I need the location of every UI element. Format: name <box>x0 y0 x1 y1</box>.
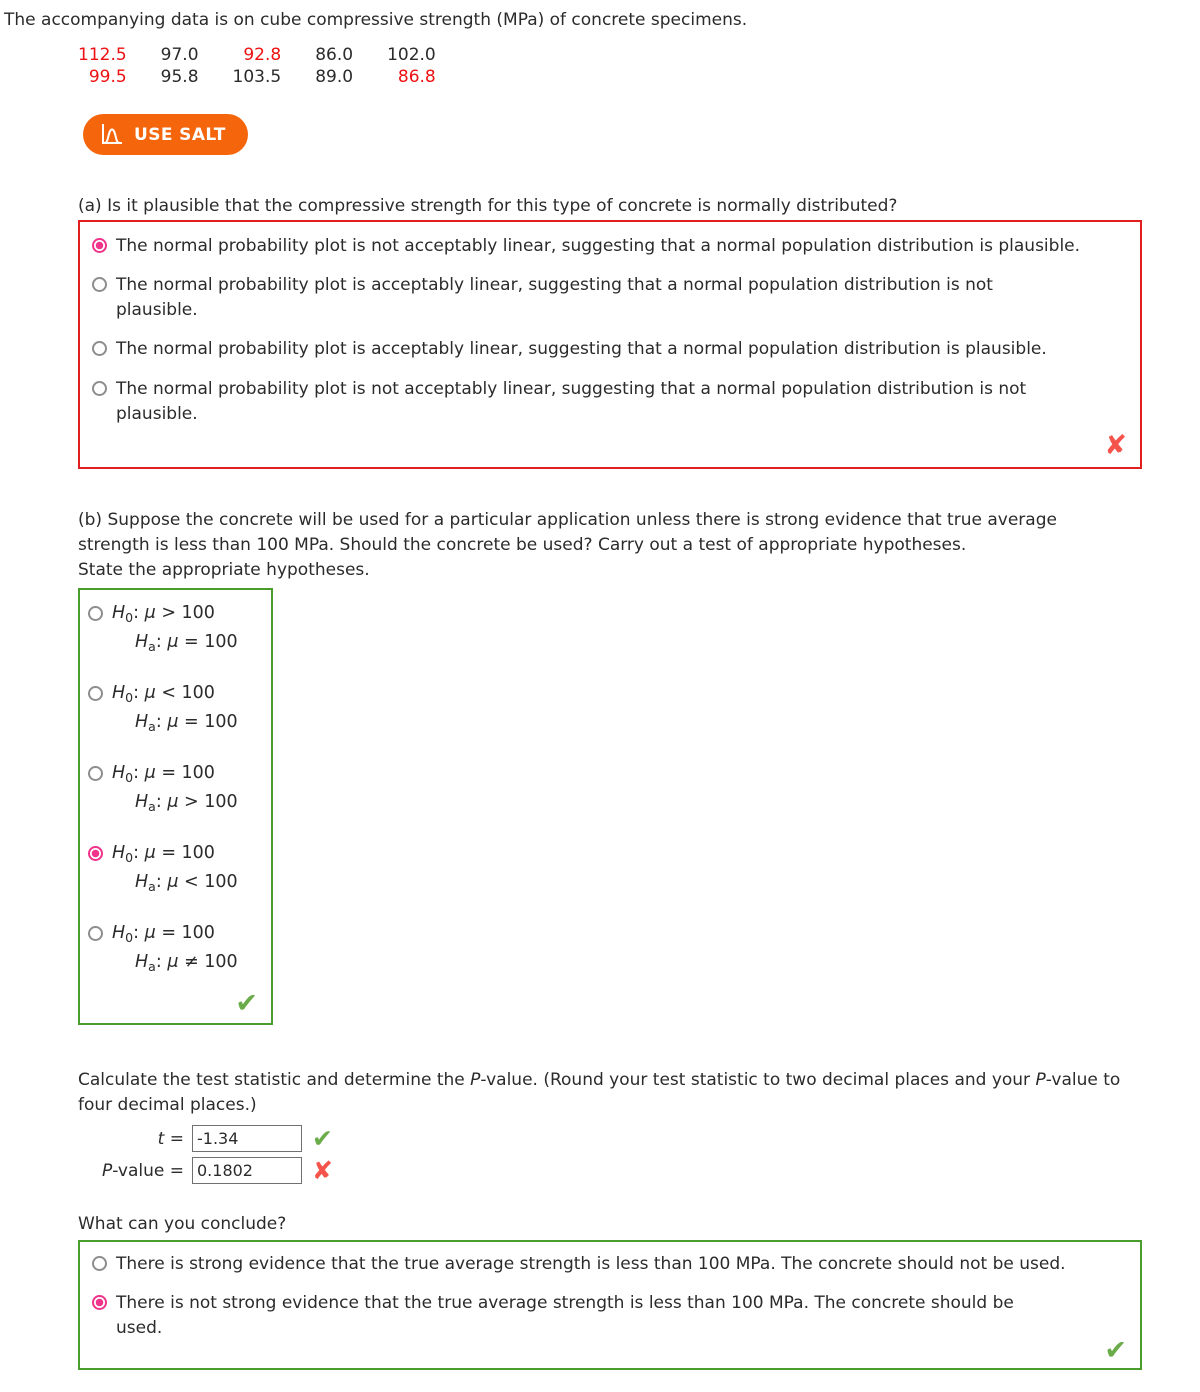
table-row: 99.5 95.8 103.5 89.0 86.8 <box>78 66 436 88</box>
p-value-row: P-value = ✘ <box>76 1157 333 1184</box>
intro-text: The accompanying data is on cube compres… <box>4 10 748 30</box>
distribution-curve-icon <box>101 124 123 145</box>
null-hypothesis: H0: μ > 100 <box>112 603 215 625</box>
p-value-label: P-value = <box>101 1160 184 1181</box>
p-value-input[interactable] <box>192 1157 302 1184</box>
data-cell: 99.5 <box>88 67 127 87</box>
radio-button[interactable] <box>92 238 107 253</box>
part-b-answer-box: H0: μ > 100 Ha: μ = 100 H0: μ < 100 Ha: … <box>78 588 273 1025</box>
option-label: The normal probability plot is acceptabl… <box>116 275 993 320</box>
null-hypothesis: H0: μ = 100 <box>112 843 215 865</box>
correct-mark-icon: ✔ <box>312 1124 333 1153</box>
radio-button[interactable] <box>92 341 107 356</box>
conclusion-answer-box: There is strong evidence that the true a… <box>78 1240 1142 1370</box>
alternative-hypothesis: Ha: μ < 100 <box>135 872 238 894</box>
part-a-option-1[interactable]: The normal probability plot is not accep… <box>92 234 1122 259</box>
data-cell: 112.5 <box>78 45 127 65</box>
alternative-hypothesis: Ha: μ > 100 <box>135 792 238 814</box>
alternative-hypothesis: Ha: μ ≠ 100 <box>135 952 238 974</box>
part-b-prompt-line2: strength is less than 100 MPa. Should th… <box>78 535 967 555</box>
radio-button[interactable] <box>92 381 107 396</box>
correct-mark-icon: ✔ <box>1104 1335 1127 1366</box>
use-salt-label: USE SALT <box>134 124 226 145</box>
option-label: There is strong evidence that the true a… <box>116 1254 1066 1274</box>
hypothesis-option-5[interactable]: H0: μ = 100 Ha: μ ≠ 100 <box>88 922 238 974</box>
test-statistic-prompt-line2: four decimal places.) <box>78 1095 257 1115</box>
radio-button[interactable] <box>92 277 107 292</box>
alternative-hypothesis: Ha: μ = 100 <box>135 632 238 654</box>
hypothesis-option-2[interactable]: H0: μ < 100 Ha: μ = 100 <box>88 682 238 734</box>
t-statistic-input[interactable] <box>192 1125 302 1152</box>
data-cell: 102.0 <box>387 45 436 65</box>
data-cell: 95.8 <box>160 67 199 87</box>
radio-button[interactable] <box>88 766 103 781</box>
hypothesis-option-3[interactable]: H0: μ = 100 Ha: μ > 100 <box>88 762 238 814</box>
data-table: 112.5 97.0 92.8 86.0 102.0 99.5 95.8 103… <box>78 44 436 88</box>
option-label: The normal probability plot is not accep… <box>116 379 1027 424</box>
data-cell: 89.0 <box>315 67 354 87</box>
radio-button[interactable] <box>92 1256 107 1271</box>
data-cell: 92.8 <box>243 45 282 65</box>
null-hypothesis: H0: μ = 100 <box>112 763 215 785</box>
option-label: The normal probability plot is acceptabl… <box>116 339 1047 359</box>
radio-button[interactable] <box>88 846 103 861</box>
part-a-option-4[interactable]: The normal probability plot is not accep… <box>92 377 1052 427</box>
null-hypothesis: H0: μ < 100 <box>112 683 215 705</box>
test-statistic-prompt-line1: Calculate the test statistic and determi… <box>78 1070 1121 1090</box>
part-b-prompt-line3: State the appropriate hypotheses. <box>78 560 370 580</box>
incorrect-mark-icon: ✘ <box>312 1156 333 1185</box>
null-hypothesis: H0: μ = 100 <box>112 923 215 945</box>
t-statistic-row: t = ✔ <box>76 1125 333 1152</box>
alternative-hypothesis: Ha: μ = 100 <box>135 712 238 734</box>
conclusion-option-1[interactable]: There is strong evidence that the true a… <box>92 1252 1122 1277</box>
t-statistic-label: t = <box>157 1128 184 1149</box>
radio-button[interactable] <box>92 1295 107 1310</box>
part-a-option-3[interactable]: The normal probability plot is acceptabl… <box>92 337 1122 362</box>
hypothesis-option-1[interactable]: H0: μ > 100 Ha: μ = 100 <box>88 602 238 654</box>
data-cell: 86.0 <box>315 45 354 65</box>
incorrect-mark-icon: ✘ <box>1104 430 1127 461</box>
radio-button[interactable] <box>88 926 103 941</box>
part-a-prompt: (a) Is it plausible that the compressive… <box>78 196 898 216</box>
conclusion-option-2[interactable]: There is not strong evidence that the tr… <box>92 1291 1052 1341</box>
use-salt-button[interactable]: USE SALT <box>83 114 248 155</box>
correct-mark-icon: ✔ <box>235 988 258 1019</box>
data-cell: 97.0 <box>160 45 199 65</box>
part-a-answer-box: The normal probability plot is not accep… <box>78 220 1142 469</box>
part-b-prompt-line1: (b) Suppose the concrete will be used fo… <box>78 510 1057 530</box>
part-a-option-2[interactable]: The normal probability plot is acceptabl… <box>92 273 1052 323</box>
option-label: There is not strong evidence that the tr… <box>116 1293 1014 1338</box>
data-cell: 103.5 <box>232 67 282 87</box>
hypothesis-option-4[interactable]: H0: μ = 100 Ha: μ < 100 <box>88 842 238 894</box>
table-row: 112.5 97.0 92.8 86.0 102.0 <box>78 44 436 66</box>
conclusion-prompt: What can you conclude? <box>78 1214 287 1234</box>
data-cell: 86.8 <box>397 67 436 87</box>
option-label: The normal probability plot is not accep… <box>116 236 1081 256</box>
radio-button[interactable] <box>88 686 103 701</box>
radio-button[interactable] <box>88 606 103 621</box>
question-page: The accompanying data is on cube compres… <box>0 0 1200 1392</box>
